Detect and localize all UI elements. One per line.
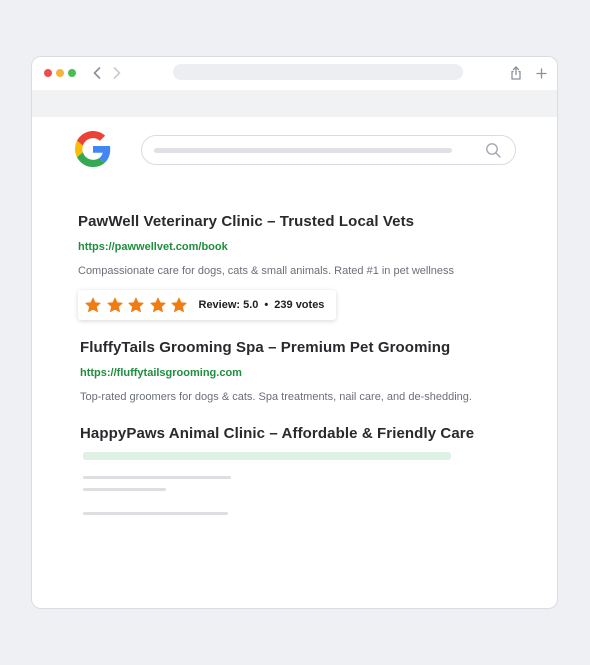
plus-icon[interactable] bbox=[534, 65, 548, 81]
star-icon bbox=[150, 297, 165, 313]
forward-arrow-icon[interactable] bbox=[110, 65, 124, 81]
star-icon bbox=[85, 297, 101, 313]
result-description: Compassionate care for dogs, cats & smal… bbox=[78, 265, 455, 277]
maximize-window-dot[interactable] bbox=[68, 69, 76, 77]
result-url[interactable]: https://pawwellvet.com/book bbox=[78, 241, 228, 253]
star-icon bbox=[128, 297, 144, 313]
star-rating bbox=[85, 297, 193, 313]
review-score: Review: 5.0 bbox=[198, 299, 259, 311]
search-results-page: PawWell Veterinary Clinic – Trusted Loca… bbox=[32, 117, 557, 608]
description-placeholder bbox=[83, 476, 231, 479]
search-input[interactable] bbox=[141, 135, 516, 165]
star-icon bbox=[107, 297, 122, 313]
vote-count: 239 votes bbox=[274, 299, 325, 311]
url-placeholder bbox=[83, 452, 451, 460]
tab-strip bbox=[32, 90, 557, 117]
share-icon[interactable] bbox=[509, 65, 523, 81]
result-title[interactable]: PawWell Veterinary Clinic – Trusted Loca… bbox=[78, 213, 414, 230]
result-title[interactable]: HappyPaws Animal Clinic – Affordable & F… bbox=[80, 425, 474, 442]
result-url[interactable]: https://fluffytailsgrooming.com bbox=[80, 367, 242, 379]
back-arrow-icon[interactable] bbox=[90, 65, 104, 81]
minimize-window-dot[interactable] bbox=[56, 69, 64, 77]
star-icon bbox=[171, 297, 187, 313]
rating-separator: • bbox=[264, 299, 269, 311]
result-description: Top-rated groomers for dogs & cats. Spa … bbox=[80, 391, 472, 403]
page-background: PawWell Veterinary Clinic – Trusted Loca… bbox=[0, 0, 590, 665]
close-window-dot[interactable] bbox=[44, 69, 52, 77]
address-bar[interactable] bbox=[173, 64, 463, 80]
browser-titlebar bbox=[32, 57, 557, 90]
search-icon[interactable] bbox=[485, 142, 502, 159]
browser-window: PawWell Veterinary Clinic – Trusted Loca… bbox=[31, 56, 558, 609]
rating-badge: Review: 5.0 • 239 votes bbox=[78, 290, 336, 320]
description-placeholder bbox=[83, 488, 166, 491]
description-placeholder bbox=[83, 512, 228, 515]
result-title[interactable]: FluffyTails Grooming Spa – Premium Pet G… bbox=[80, 339, 450, 356]
search-query-placeholder bbox=[154, 148, 452, 153]
google-logo-icon[interactable] bbox=[75, 131, 111, 167]
